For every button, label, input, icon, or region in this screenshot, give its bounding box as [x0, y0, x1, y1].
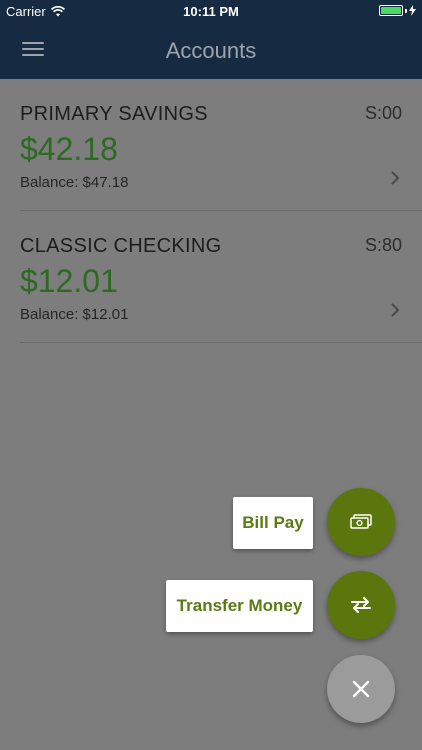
- bill-pay-label[interactable]: Bill Pay: [233, 497, 313, 549]
- status-time: 10:11 PM: [183, 4, 239, 19]
- account-code: S:80: [364, 235, 402, 255]
- account-name: PRIMARY SAVINGS: [20, 103, 208, 125]
- chevron-right-icon: [391, 303, 400, 317]
- battery-level: [381, 7, 401, 14]
- account-row-primary-savings[interactable]: PRIMARY SAVINGS S:00 $42.18 Balance: $47…: [20, 79, 422, 211]
- account-code: S:00: [364, 103, 402, 123]
- bill-pay-button[interactable]: [327, 488, 395, 556]
- chevron-right-icon: [391, 171, 400, 185]
- cash-icon: [350, 514, 372, 529]
- transfer-money-button[interactable]: [327, 571, 395, 639]
- status-bar: Carrier 10:11 PM: [0, 0, 422, 22]
- close-icon: [352, 680, 370, 698]
- available-amount: $12.01: [20, 263, 118, 299]
- transfer-money-label[interactable]: Transfer Money: [166, 580, 313, 632]
- transfer-arrows-icon: [351, 597, 371, 613]
- close-fab-button[interactable]: [327, 655, 395, 723]
- battery-indicator: [379, 5, 416, 16]
- nav-bar: Accounts: [0, 22, 422, 79]
- account-balance: Balance: $12.01: [20, 306, 129, 323]
- account-balance: Balance: $47.18: [20, 174, 129, 191]
- battery-cap: [405, 8, 407, 13]
- available-amount: $42.18: [20, 131, 118, 167]
- account-name: CLASSIC CHECKING: [20, 235, 222, 257]
- account-row-classic-checking[interactable]: CLASSIC CHECKING S:80 $12.01 Balance: $1…: [20, 211, 422, 343]
- battery-icon: [379, 5, 403, 16]
- page-title: Accounts: [165, 38, 257, 63]
- charging-bolt-icon: [409, 5, 416, 16]
